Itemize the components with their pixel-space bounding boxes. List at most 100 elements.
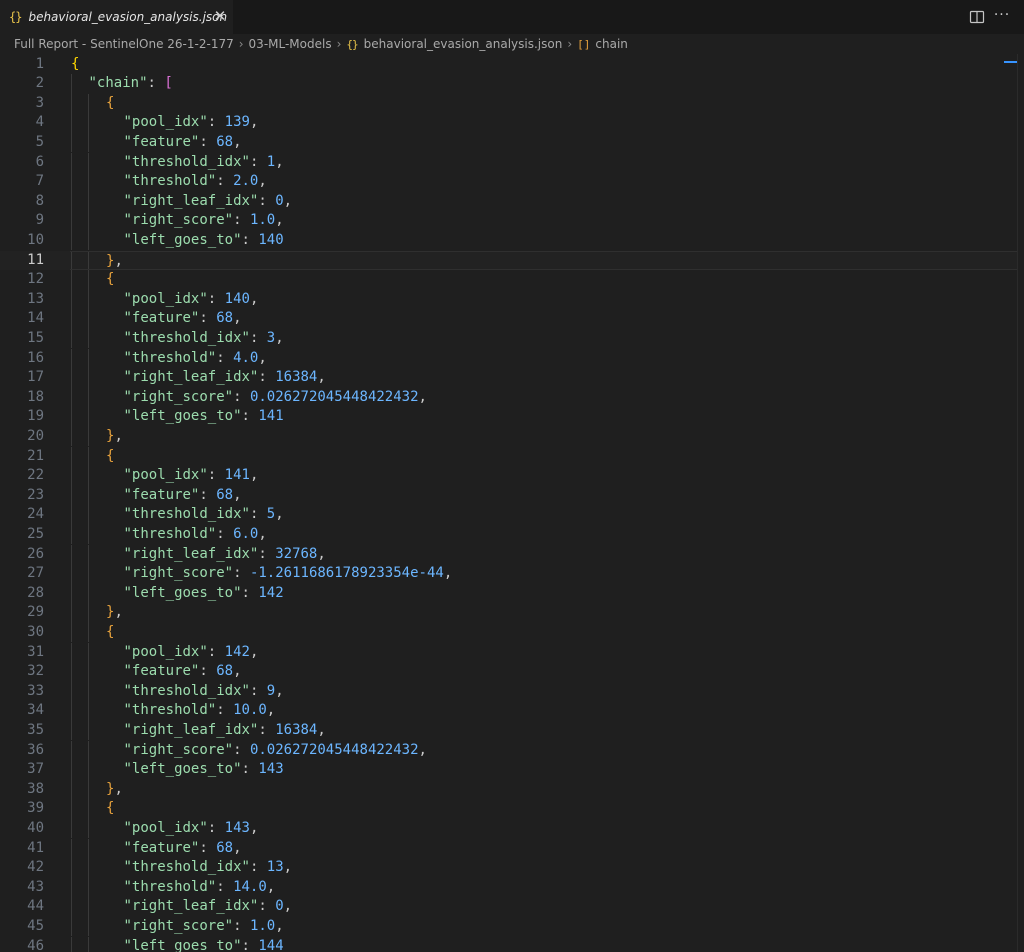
code-line[interactable]: 25 "threshold": 6.0, — [0, 524, 1018, 545]
indent-guide — [71, 113, 72, 133]
line-number: 42 — [27, 859, 44, 876]
code-line[interactable]: 1{ — [0, 55, 1018, 75]
code-content: "left_goes_to": 140 — [70, 230, 1018, 251]
indent-guide — [71, 368, 72, 388]
breadcrumb-symbol-chain[interactable]: chain — [595, 37, 628, 51]
json-punctuation: : — [199, 486, 217, 503]
code-content: { — [70, 93, 1018, 114]
code-line[interactable]: 8 "right_leaf_idx": 0, — [0, 191, 1018, 212]
code-line[interactable]: 40 "pool_idx": 143, — [0, 818, 1018, 839]
indent-guide — [88, 877, 89, 898]
json-punctuation: : — [216, 525, 234, 542]
code-editor[interactable]: 1{2 "chain": [3{4 "pool_idx": 139, 5 "featur… — [0, 54, 1024, 952]
chevron-right-icon: › — [336, 37, 342, 51]
json-punctuation: , — [418, 388, 427, 405]
code-line[interactable]: 7 "threshold": 2.0, — [0, 172, 1018, 192]
indent-guide — [88, 387, 89, 408]
code-line[interactable]: 30 { — [0, 622, 1018, 643]
code-line[interactable]: 42 "threshold_idx": 13, — [0, 858, 1018, 878]
json-punctuation: : — [216, 173, 234, 190]
json-punctuation: , — [317, 721, 326, 738]
code-line[interactable]: 19 "left_goes_to": 141 — [0, 407, 1018, 427]
code-line[interactable]: 14 "feature": 68, — [0, 309, 1018, 329]
code-line[interactable]: 27 "right_score": -1.2611686178923354e-44… — [0, 564, 1018, 584]
json-number: 141 — [224, 467, 250, 484]
code-line[interactable]: 10 "left_goes_to": 140 — [0, 230, 1018, 251]
code-line[interactable]: 37 "left_goes_to": 143 — [0, 760, 1018, 780]
json-punctuation: , — [275, 506, 284, 523]
code-line[interactable]: 2 "chain": [ — [0, 74, 1018, 94]
line-number: 21 — [27, 447, 44, 464]
json-number: 9 — [266, 682, 276, 699]
overview-ruler[interactable] — [1017, 54, 1018, 952]
json-punctuation: , — [249, 643, 259, 660]
json-punctuation: , — [233, 663, 242, 680]
indent-guide — [71, 270, 72, 290]
json-number: 5 — [266, 506, 276, 523]
indent-guide — [88, 309, 89, 329]
code-line[interactable]: 29}, — [0, 603, 1018, 623]
code-line[interactable]: 17 "right_leaf_idx": 16384, — [0, 368, 1018, 388]
code-line[interactable]: 34 "threshold": 10.0, — [0, 701, 1018, 721]
indent-guide — [88, 897, 89, 917]
code-content: "right_leaf_idx": 32768, — [70, 544, 1018, 565]
code-line[interactable]: 32 "feature": 68, — [0, 662, 1018, 682]
line-number: 32 — [27, 663, 44, 680]
line-number: 29 — [27, 604, 44, 621]
line-number: 16 — [27, 349, 44, 366]
code-line[interactable]: 9 "right_score": 1.0, — [0, 211, 1018, 231]
code-line[interactable]: 6 "threshold_idx": 1, — [0, 152, 1018, 173]
code-line[interactable]: 3{ — [0, 93, 1018, 114]
code-content: { — [70, 799, 1018, 819]
code-line[interactable]: 36 "right_score": 0.026272045448422432, — [0, 740, 1018, 761]
json-punctuation: , — [249, 290, 259, 307]
indent-guide — [71, 897, 72, 917]
code-line[interactable]: 21 { — [0, 446, 1018, 467]
code-line[interactable]: 12 { — [0, 270, 1018, 290]
code-line[interactable]: 41 "feature": 68, — [0, 838, 1018, 859]
code-line[interactable]: 44 "right_leaf_idx": 0, — [0, 897, 1018, 917]
code-line[interactable]: 43 "threshold": 14.0, — [0, 877, 1018, 898]
code-line[interactable]: 13 "pool_idx": 140, — [0, 289, 1018, 310]
more-actions-icon[interactable]: ··· — [993, 8, 1011, 26]
code-line[interactable]: 46 "left_goes_to": 144 — [0, 936, 1018, 952]
code-line[interactable]: 20}, — [0, 426, 1018, 447]
breadcrumb-folder-models[interactable]: 03-ML-Models — [249, 37, 332, 51]
breadcrumb-folder-report[interactable]: Full Report - SentinelOne 26-1-2-177 — [14, 37, 234, 51]
code-line[interactable]: 24 "threshold_idx": 5, — [0, 505, 1018, 525]
line-number: 33 — [27, 682, 44, 699]
indent-guide — [71, 681, 72, 702]
code-line[interactable]: 39 { — [0, 799, 1018, 819]
code-line[interactable]: 18 "right_score": 0.026272045448422432, — [0, 387, 1018, 408]
code-line[interactable]: 5 "feature": 68, — [0, 132, 1018, 153]
code-line[interactable]: 28 "left_goes_to": 142 — [0, 583, 1018, 604]
split-editor-icon[interactable] — [968, 8, 986, 26]
indent-guide — [88, 564, 89, 584]
code-line[interactable]: 31 "pool_idx": 142, — [0, 642, 1018, 663]
code-line[interactable]: 38}, — [0, 779, 1018, 800]
indent-guide — [88, 779, 89, 800]
json-punctuation: : — [249, 682, 267, 699]
breadcrumb-file[interactable]: behavioral_evasion_analysis.json — [364, 37, 563, 51]
code-line[interactable]: 23 "feature": 68, — [0, 485, 1018, 506]
json-key: "threshold_idx" — [123, 859, 250, 876]
json-punctuation: , — [266, 702, 276, 719]
code-line[interactable]: 33 "threshold_idx": 9, — [0, 681, 1018, 702]
code-content: "pool_idx": 139, — [70, 113, 1018, 133]
code-line[interactable]: 35 "right_leaf_idx": 16384, — [0, 720, 1018, 741]
editor-tab[interactable]: {} behavioral_evasion_analysis.json ✕ — [0, 0, 233, 34]
code-line[interactable]: 22 "pool_idx": 141, — [0, 466, 1018, 486]
code-line[interactable]: 15 "threshold_idx": 3, — [0, 328, 1018, 349]
code-line[interactable]: 26 "right_leaf_idx": 32768, — [0, 544, 1018, 565]
code-line[interactable]: 45 "right_score": 1.0, — [0, 916, 1018, 937]
code-line[interactable]: 16 "threshold": 4.0, — [0, 348, 1018, 369]
line-number: 11 — [27, 251, 44, 268]
close-icon[interactable]: ✕ — [212, 8, 228, 24]
code-line[interactable]: 4 "pool_idx": 139, — [0, 113, 1018, 133]
code-line[interactable]: 11}, — [0, 250, 1018, 271]
indent-guide — [71, 230, 72, 251]
json-number: 143 — [224, 819, 250, 836]
json-key: "threshold" — [123, 525, 217, 542]
json-key: "left_goes_to" — [123, 761, 242, 778]
json-number: 0.026272045448422432 — [249, 388, 419, 405]
